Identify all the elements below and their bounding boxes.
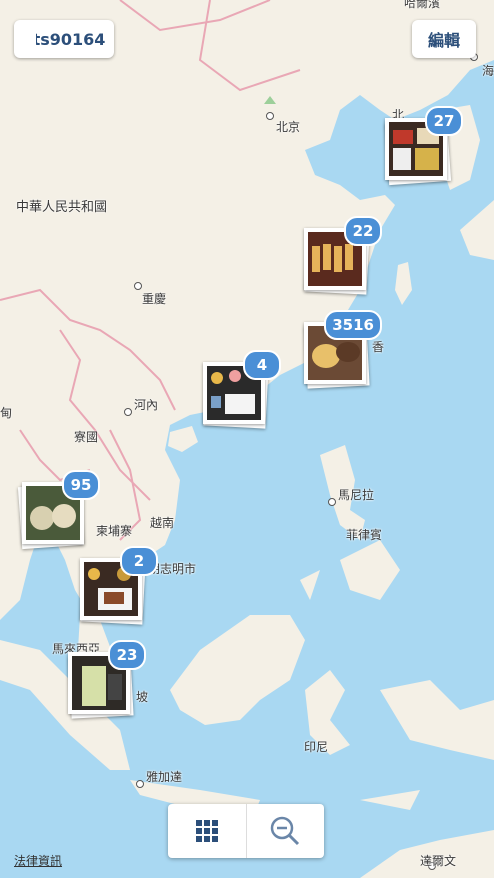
back-button-label: ts90164 [32,29,106,49]
city-dot [134,282,142,290]
map-label: 越南 [150,516,175,530]
grid-view-button[interactable] [168,804,246,858]
map-label: 寮國 [74,430,99,444]
city-dot [136,780,144,788]
cluster-count-badge: 3516 [324,310,382,340]
grid-icon [195,820,218,842]
map-label: 甸 [0,406,13,420]
chevron-left-icon [14,20,36,58]
cluster-count-badge: 2 [120,546,158,576]
map-label: 哈爾濱 [404,0,441,10]
cluster-count-badge: 27 [425,106,463,136]
zoom-out-icon [271,816,300,846]
photo-cluster-pin[interactable]: 3516 [304,310,382,389]
city-dot [266,112,274,120]
cluster-count-badge: 95 [62,470,100,500]
map-label: 達爾文 [420,854,457,868]
map-controls [168,804,324,858]
back-button[interactable]: ts90164 [14,20,114,58]
map-label: 雅加達 [146,770,183,784]
photo-cluster-pin[interactable]: 95 [17,470,100,550]
map-label: 坡 [136,690,149,704]
photo-cluster-pin[interactable]: 23 [68,640,146,719]
map-label: 河內 [134,398,159,412]
map-label: 重慶 [142,292,167,306]
map-label: 印尼 [304,740,329,754]
edit-button[interactable]: 編輯 [412,20,476,58]
legal-link[interactable]: 法律資訊 [14,852,62,869]
cluster-count-badge: 4 [243,350,281,380]
map-label: 馬尼拉 [338,488,375,502]
map-label: 柬埔寨 [96,524,133,538]
city-dot [124,408,132,416]
map-label: 中華人民共和國 [16,200,108,215]
photo-cluster-pin[interactable]: 22 [304,216,382,295]
photo-cluster-pin[interactable]: 2 [80,546,158,625]
map-label: 菲律賓 [346,528,383,542]
map-label: 香 [372,340,385,354]
cluster-count-badge: 23 [108,640,146,670]
city-dot [328,498,336,506]
map-label: 北京 [276,120,301,134]
photo-cluster-pin[interactable]: 4 [203,350,281,429]
photo-cluster-pin[interactable]: 27 [384,106,463,186]
cluster-count-badge: 22 [344,216,382,246]
zoom-out-button[interactable] [245,804,325,858]
map-label: 海 [482,64,494,78]
